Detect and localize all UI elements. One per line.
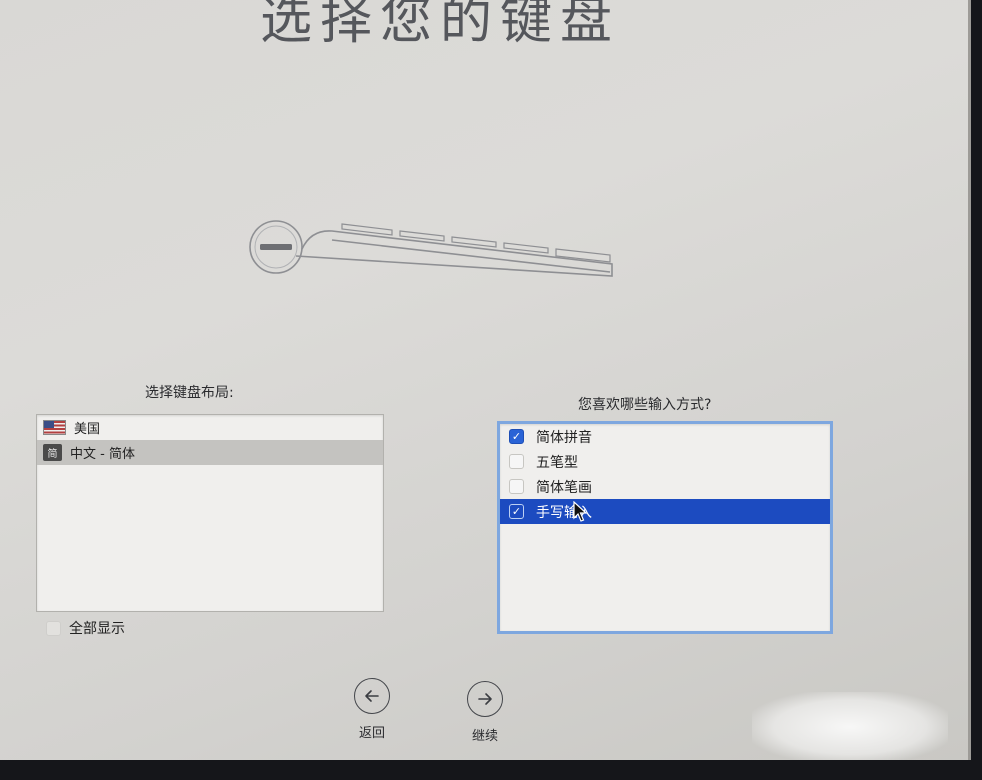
layout-item-label: 美国 (74, 422, 101, 437)
us-flag-icon (43, 420, 66, 435)
setup-screen: 选择您的键盘 选择键盘布局: 美国 简 中文 - 简体 全部显示 您喜欢哪些输入… (0, 0, 971, 760)
mouse-pointer-icon (573, 501, 587, 522)
input-method-item-wubi[interactable]: 五笔型 (500, 449, 830, 474)
back-button[interactable]: 返回 (342, 678, 402, 741)
layout-item-us[interactable]: 美国 (37, 415, 383, 440)
checkbox-checked[interactable]: ✓ (509, 504, 524, 519)
show-all-checkbox[interactable]: 全部显示 (46, 618, 125, 638)
input-method-label: 简体笔画 (536, 479, 592, 496)
page-title: 选择您的键盘 (259, 0, 620, 51)
checkbox-unchecked[interactable] (509, 479, 524, 494)
input-method-label: 五笔型 (536, 454, 578, 471)
layout-section-label: 选择键盘布局: (145, 385, 234, 401)
checkbox-checked[interactable]: ✓ (509, 429, 524, 444)
input-method-item-handwriting[interactable]: ✓ 手写输入 (500, 499, 830, 524)
layout-item-chinese-simplified[interactable]: 简 中文 - 简体 (37, 440, 383, 465)
input-method-item-pinyin[interactable]: ✓ 简体拼音 (500, 424, 830, 449)
layout-item-label: 中文 - 简体 (70, 447, 135, 462)
continue-button[interactable]: 继续 (455, 681, 515, 744)
back-label: 返回 (358, 726, 385, 741)
input-method-list[interactable]: ✓ 简体拼音 五笔型 简体笔画 ✓ 手写输入 (497, 421, 833, 634)
checkbox[interactable] (46, 620, 61, 636)
chinese-input-icon: 简 (43, 444, 62, 461)
keyboard-illustration (249, 220, 613, 277)
input-method-item-stroke[interactable]: 简体笔画 (500, 474, 830, 499)
input-method-section-label: 您喜欢哪些输入方式? (578, 397, 712, 413)
show-all-label: 全部显示 (69, 621, 125, 637)
continue-label: 继续 (471, 729, 498, 744)
checkbox-unchecked[interactable] (509, 454, 524, 469)
input-method-label: 简体拼音 (536, 429, 592, 446)
arrow-left-icon[interactable] (354, 678, 390, 714)
arrow-right-icon[interactable] (467, 681, 503, 717)
keyboard-layout-list[interactable]: 美国 简 中文 - 简体 (36, 414, 384, 612)
watermark (752, 692, 948, 760)
